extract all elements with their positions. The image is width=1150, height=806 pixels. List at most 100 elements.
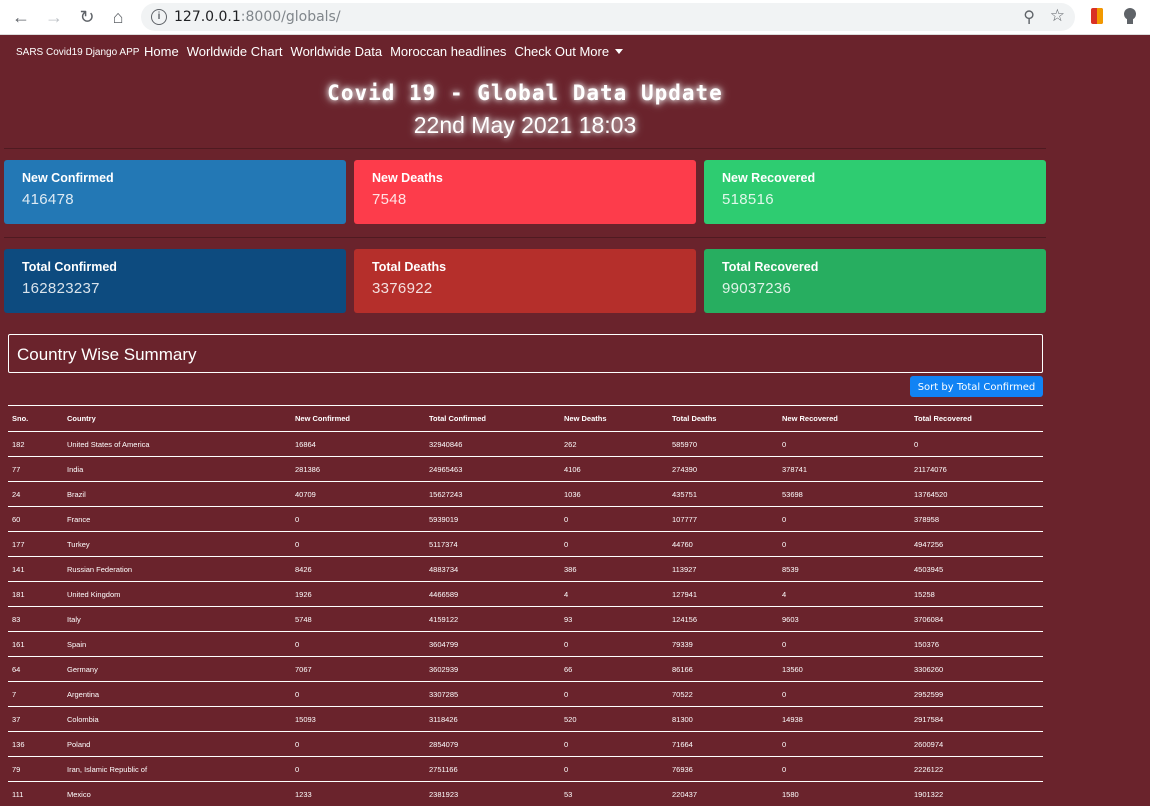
header-country[interactable]: Country: [63, 406, 291, 432]
cell-country: United States of America: [63, 432, 291, 457]
card-new-confirmed: New Confirmed 416478: [4, 160, 346, 224]
app-navbar: SARS Covid19 Django APP Home Worldwide C…: [0, 35, 1150, 69]
caret-down-icon: [615, 49, 623, 54]
header-total-deaths[interactable]: Total Deaths: [668, 406, 778, 432]
cell-new-deaths: 0: [560, 682, 668, 707]
nav-home[interactable]: Home: [144, 44, 179, 59]
cell-total-recovered: 0: [910, 432, 1043, 457]
header-new-confirmed[interactable]: New Confirmed: [291, 406, 425, 432]
card-label: New Confirmed: [22, 171, 328, 185]
cell-total-confirmed: 5939019: [425, 507, 560, 532]
reload-icon[interactable]: ↻: [75, 5, 99, 29]
card-value: 518516: [722, 191, 1028, 208]
cell-total-confirmed: 3307285: [425, 682, 560, 707]
card-total-deaths: Total Deaths 3376922: [354, 249, 696, 313]
extension-bulb-icon[interactable]: [1124, 8, 1136, 20]
cell-total-confirmed: 4883734: [425, 557, 560, 582]
cell-total-deaths: 107777: [668, 507, 778, 532]
cell-new-deaths: 0: [560, 532, 668, 557]
cell-sno: 7: [8, 682, 63, 707]
cell-country: Italy: [63, 607, 291, 632]
sort-by-total-confirmed-button[interactable]: Sort by Total Confirmed: [910, 376, 1043, 397]
cell-new-confirmed: 7067: [291, 657, 425, 682]
navbar-brand[interactable]: SARS Covid19 Django APP: [16, 47, 139, 58]
header-total-confirmed[interactable]: Total Confirmed: [425, 406, 560, 432]
cell-sno: 141: [8, 557, 63, 582]
cell-country: France: [63, 507, 291, 532]
cell-total-recovered: 1901322: [910, 782, 1043, 806]
card-total-recovered: Total Recovered 99037236: [704, 249, 1046, 313]
cell-country: Brazil: [63, 482, 291, 507]
url-text[interactable]: 127.0.0.1:8000/globals/: [174, 9, 341, 25]
cell-total-deaths: 585970: [668, 432, 778, 457]
cell-new-recovered: 0: [778, 507, 910, 532]
nav-worldwide-chart[interactable]: Worldwide Chart: [187, 44, 283, 59]
header-sno[interactable]: Sno.: [8, 406, 63, 432]
cell-total-recovered: 2917584: [910, 707, 1043, 732]
back-arrow-icon[interactable]: ←: [9, 5, 33, 29]
header-new-deaths[interactable]: New Deaths: [560, 406, 668, 432]
cell-new-recovered: 0: [778, 757, 910, 782]
cell-total-recovered: 3706084: [910, 607, 1043, 632]
cell-new-deaths: 0: [560, 732, 668, 757]
cell-country: Poland: [63, 732, 291, 757]
header-new-recovered[interactable]: New Recovered: [778, 406, 910, 432]
cell-total-confirmed: 15627243: [425, 482, 560, 507]
cell-new-recovered: 9603: [778, 607, 910, 632]
cell-total-recovered: 15258: [910, 582, 1043, 607]
nav-moroccan-headlines[interactable]: Moroccan headlines: [390, 44, 506, 59]
forward-arrow-icon[interactable]: →: [42, 5, 66, 29]
address-bar[interactable]: i 127.0.0.1:8000/globals/ ⚲ ☆: [141, 3, 1075, 31]
cell-sno: 24: [8, 482, 63, 507]
card-value: 3376922: [372, 280, 678, 297]
cell-total-confirmed: 24965463: [425, 457, 560, 482]
table-row: 141Russian Federation8426488373438611392…: [8, 557, 1043, 582]
table-row: 161Spain036047990793390150376: [8, 632, 1043, 657]
cell-sno: 177: [8, 532, 63, 557]
cell-total-confirmed: 32940846: [425, 432, 560, 457]
card-label: New Deaths: [372, 171, 678, 185]
cell-country: Spain: [63, 632, 291, 657]
table-row: 24Brazil40709156272431036435751536981376…: [8, 482, 1043, 507]
table-row: 177Turkey0511737404476004947256: [8, 532, 1043, 557]
cell-country: United Kingdom: [63, 582, 291, 607]
cell-new-recovered: 53698: [778, 482, 910, 507]
cell-country: Argentina: [63, 682, 291, 707]
cell-total-recovered: 21174076: [910, 457, 1043, 482]
cell-total-confirmed: 2381923: [425, 782, 560, 806]
cell-country: Germany: [63, 657, 291, 682]
bookmark-star-icon[interactable]: ☆: [1050, 6, 1065, 26]
cell-total-recovered: 2600974: [910, 732, 1043, 757]
card-new-deaths: New Deaths 7548: [354, 160, 696, 224]
table-row: 182United States of America1686432940846…: [8, 432, 1043, 457]
cell-new-confirmed: 281386: [291, 457, 425, 482]
cell-new-confirmed: 0: [291, 732, 425, 757]
extension-book-icon[interactable]: [1091, 8, 1103, 24]
card-value: 162823237: [22, 280, 328, 297]
cell-new-recovered: 378741: [778, 457, 910, 482]
cell-total-recovered: 4503945: [910, 557, 1043, 582]
cell-new-deaths: 520: [560, 707, 668, 732]
cell-total-recovered: 150376: [910, 632, 1043, 657]
table-row: 64Germany706736029396686166135603306260: [8, 657, 1043, 682]
cell-total-confirmed: 3118426: [425, 707, 560, 732]
nav-worldwide-data[interactable]: Worldwide Data: [291, 44, 383, 59]
cell-new-recovered: 0: [778, 732, 910, 757]
cell-new-deaths: 262: [560, 432, 668, 457]
home-icon[interactable]: ⌂: [106, 5, 130, 29]
card-value: 99037236: [722, 280, 1028, 297]
card-value: 7548: [372, 191, 678, 208]
card-value: 416478: [22, 191, 328, 208]
cell-new-recovered: 0: [778, 532, 910, 557]
cell-country: India: [63, 457, 291, 482]
cell-new-confirmed: 8426: [291, 557, 425, 582]
zoom-icon[interactable]: ⚲: [1023, 7, 1035, 27]
header-total-recovered[interactable]: Total Recovered: [910, 406, 1043, 432]
cell-total-confirmed: 4159122: [425, 607, 560, 632]
cell-total-deaths: 76936: [668, 757, 778, 782]
site-info-icon[interactable]: i: [151, 9, 167, 25]
cell-country: Mexico: [63, 782, 291, 806]
cell-new-recovered: 14938: [778, 707, 910, 732]
cell-total-deaths: 70522: [668, 682, 778, 707]
nav-check-out-more-dropdown[interactable]: Check Out More: [514, 44, 623, 59]
